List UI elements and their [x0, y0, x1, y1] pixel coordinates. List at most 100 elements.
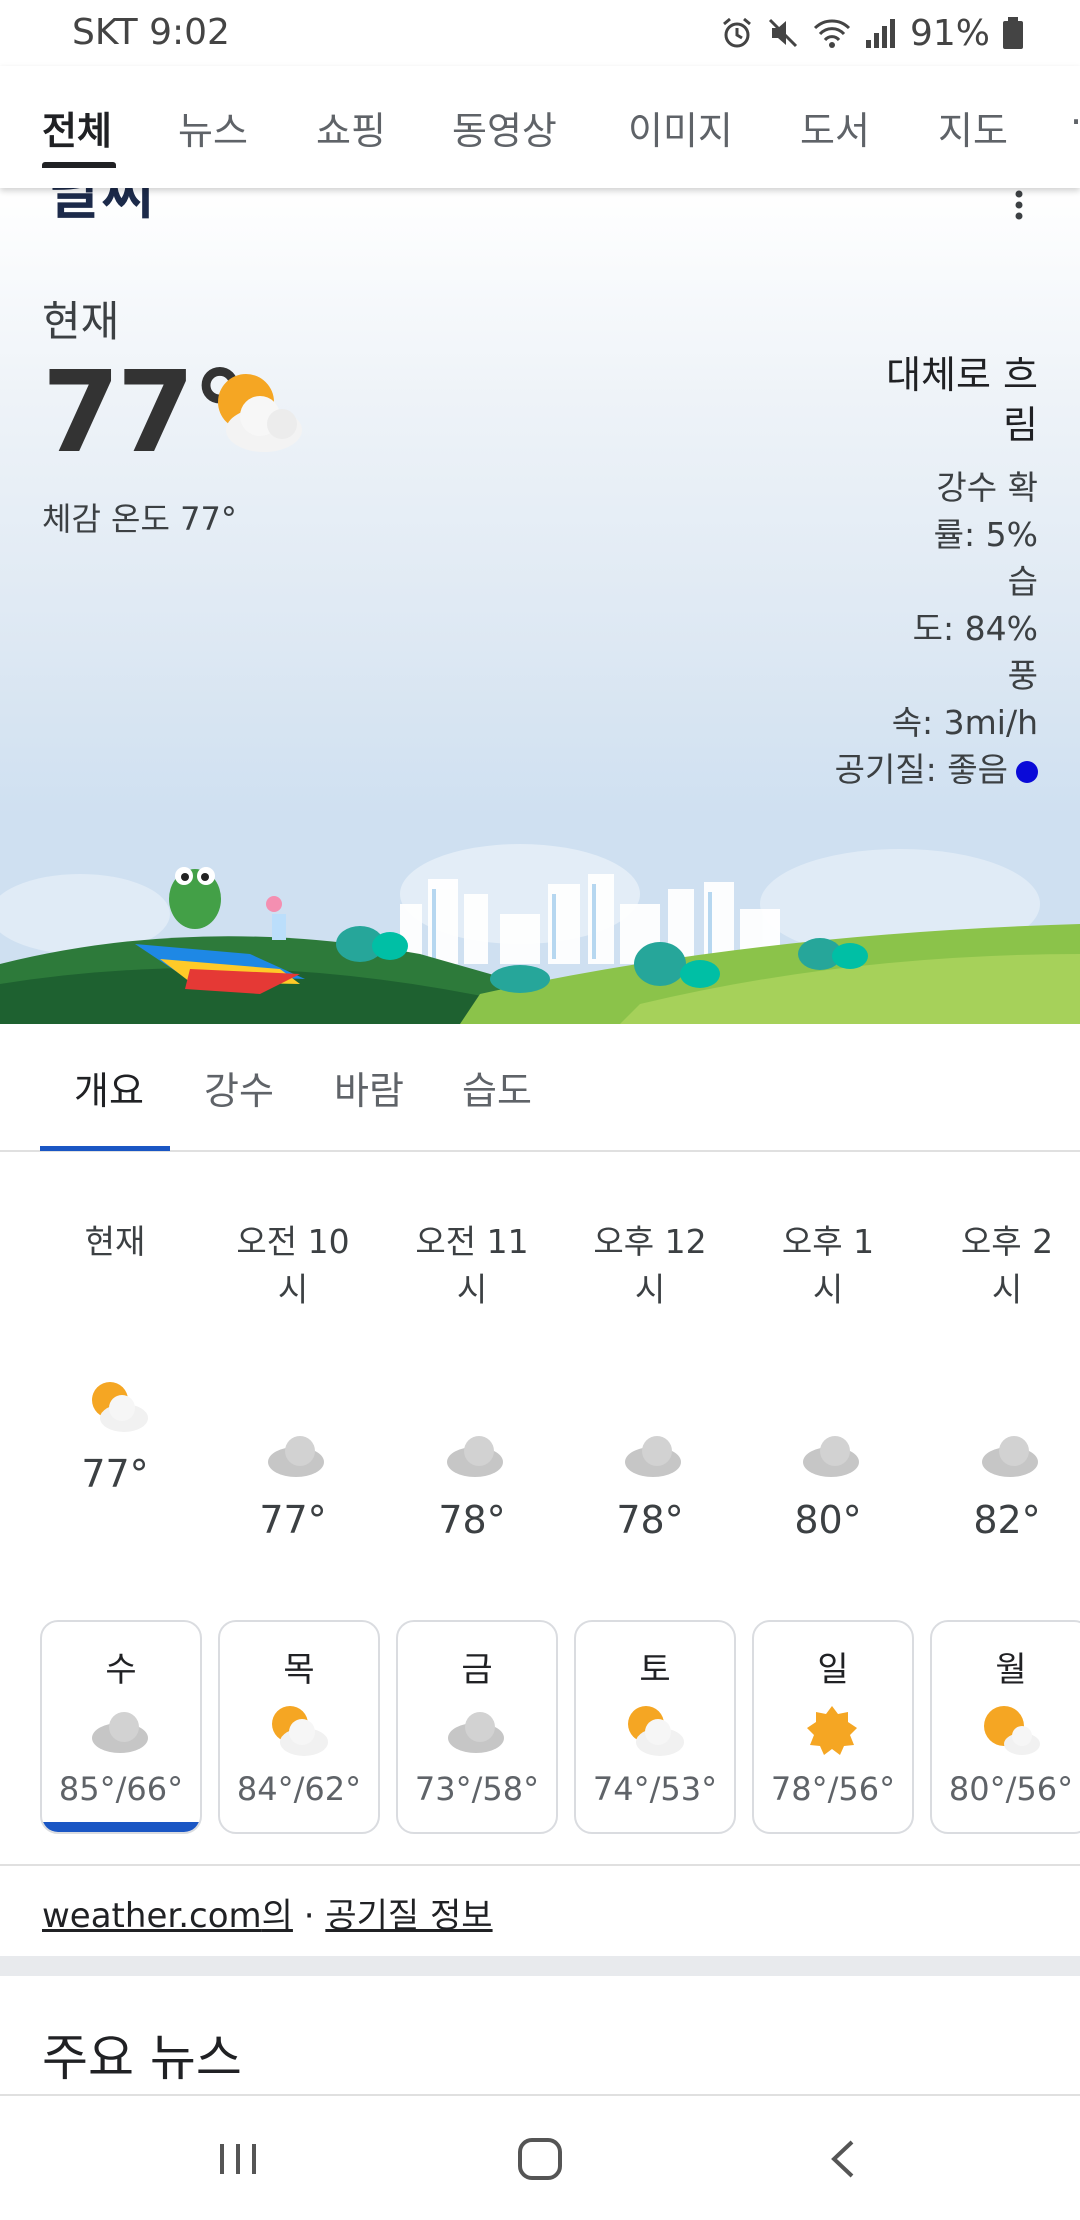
cloudy-icon	[268, 1436, 324, 1477]
hour-temp: 82°	[973, 1498, 1041, 1542]
day-card-fri[interactable]: 금 73°/58°	[396, 1620, 558, 1834]
tab-all[interactable]: 전체	[42, 100, 112, 155]
source-line: weather.com의 · 공기질 정보	[42, 1888, 493, 1937]
day-temps: 78°/56°	[770, 1770, 896, 1808]
wind-line-2: 속: 3mi/h	[891, 703, 1038, 742]
partly-cloudy-icon	[92, 1382, 148, 1432]
precip-line-2: 률: 5%	[933, 515, 1038, 554]
now-label: 현재	[42, 297, 120, 346]
weather-com-link[interactable]: weather.com	[42, 1896, 262, 1936]
day-temps: 73°/58°	[414, 1770, 540, 1808]
tab-precipitation[interactable]: 강수	[204, 1060, 274, 1115]
day-temps: 74°/53°	[592, 1770, 718, 1808]
battery-percent: 91%	[909, 12, 990, 54]
cloudy-icon	[625, 1436, 681, 1477]
day-name: 일	[817, 1650, 849, 1690]
top-news-heading: 주요 뉴스	[42, 2029, 242, 2087]
partly-cloudy-icon	[218, 374, 302, 452]
hour-label-line: 오전 10	[236, 1222, 350, 1261]
system-nav-bar	[0, 2096, 1080, 2220]
source-suffix[interactable]: 의	[262, 1896, 293, 1936]
partly-cloudy-icon	[984, 1706, 1040, 1755]
hour-label-line: 시	[991, 1270, 1023, 1309]
day-name: 토	[639, 1650, 671, 1690]
source-separator: ·	[303, 1896, 315, 1936]
carrier-time: SKT 9:02	[72, 12, 230, 53]
day-name: 금	[461, 1650, 493, 1690]
status-bar: SKT 9:02 91%	[0, 0, 1080, 66]
air-quality-text: 공기질: 좋음	[834, 750, 1008, 789]
hour-label-line: 시	[634, 1270, 666, 1309]
sub-tab-indicator	[40, 1146, 170, 1151]
condition-line-1: 대체로 흐	[886, 353, 1038, 397]
day-temps: 85°/66°	[58, 1770, 184, 1808]
weather-title: 날씨	[48, 188, 155, 227]
weather-card: 날씨 현재 77° 체감 온도 77° 대체로 흐 림 강수 확 률: 5% 습…	[0, 188, 1080, 1024]
hour-label-line: 오전 11	[415, 1222, 529, 1261]
sunny-icon	[807, 1706, 857, 1755]
status-icons: 91%	[720, 12, 1024, 54]
daily-forecast: 수 85°/66° 목 84°/62° 금 73°/58° 토 74°/53° …	[0, 1620, 1080, 1836]
day-card-thu[interactable]: 목 84°/62°	[218, 1620, 380, 1834]
hour-label: 오후 2 시	[922, 1218, 1080, 1314]
hour-label: 오후 12 시	[565, 1218, 735, 1314]
condition-line-2: 림	[1003, 403, 1038, 447]
home-icon[interactable]	[510, 2134, 570, 2184]
alarm-icon	[723, 17, 751, 48]
weather-illustration	[0, 844, 1080, 1024]
air-quality-info-link[interactable]: 공기질 정보	[325, 1896, 492, 1936]
hour-label-line: 오후 12	[593, 1222, 707, 1261]
hour-temp: 78°	[438, 1498, 506, 1542]
day-temps: 80°/56°	[948, 1770, 1074, 1808]
hourly-forecast: 현재 77° 오전 10 시 77° 오전 11 시 78° 오후 12 시 78° …	[0, 1152, 1080, 1562]
weather-details: 대체로 흐 림 강수 확 률: 5% 습 도: 84% 풍 속: 3mi/h 공…	[798, 350, 1038, 793]
day-name: 목	[283, 1650, 315, 1690]
more-options-icon[interactable]	[1004, 188, 1034, 228]
hour-label: 오후 1 시	[743, 1218, 913, 1314]
tab-more-partial[interactable]: ·	[1070, 100, 1080, 144]
recent-apps-icon[interactable]	[208, 2134, 268, 2184]
weather-sub-tabs: 개요 강수 바람 습도	[0, 1024, 1080, 1152]
tab-overview[interactable]: 개요	[74, 1060, 144, 1115]
hour-label-line: 시	[456, 1270, 488, 1309]
day-card-sat[interactable]: 토 74°/53°	[574, 1620, 736, 1834]
cloudy-icon	[803, 1436, 859, 1477]
tab-shopping[interactable]: 쇼핑	[316, 100, 386, 155]
day-card-mon[interactable]: 월 80°/56°	[930, 1620, 1080, 1834]
back-icon[interactable]	[814, 2134, 874, 2184]
hour-label: 오전 10 시	[208, 1218, 378, 1314]
hour-temp: 77°	[259, 1498, 327, 1542]
tab-videos[interactable]: 동영상	[452, 100, 557, 155]
cloudy-icon	[982, 1436, 1038, 1477]
detail-list: 강수 확 률: 5% 습 도: 84% 풍 속: 3mi/h 공기질: 좋음	[798, 464, 1038, 793]
condition-text: 대체로 흐 림	[798, 350, 1038, 450]
feels-like: 체감 온도 77°	[42, 500, 237, 538]
hour-temp: 78°	[616, 1498, 684, 1542]
section-divider	[0, 1864, 1080, 1866]
cloudy-icon	[448, 1712, 504, 1753]
day-name: 수	[105, 1650, 137, 1690]
cloudy-icon	[92, 1712, 148, 1753]
signal-icon	[865, 19, 895, 48]
cloudy-icon	[447, 1436, 503, 1477]
tab-books[interactable]: 도서	[800, 100, 870, 155]
hour-label-line: 시	[812, 1270, 844, 1309]
tab-news[interactable]: 뉴스	[178, 100, 248, 155]
tab-images[interactable]: 이미지	[628, 100, 733, 155]
air-quality-dot	[1016, 760, 1038, 783]
partly-cloudy-icon	[628, 1706, 684, 1756]
battery-icon	[1003, 17, 1023, 49]
section-separator	[0, 1956, 1080, 1976]
tab-humidity[interactable]: 습도	[462, 1060, 532, 1115]
day-card-sun[interactable]: 일 78°/56°	[752, 1620, 914, 1834]
hour-label: 현재	[30, 1218, 200, 1266]
day-card-wed[interactable]: 수 85°/66°	[40, 1620, 202, 1834]
humidity-line-1: 습	[1007, 562, 1038, 601]
active-tab-indicator	[42, 162, 116, 168]
hour-label-line: 현재	[84, 1222, 146, 1261]
mute-icon	[768, 18, 798, 48]
tab-wind[interactable]: 바람	[334, 1060, 404, 1115]
hour-temp: 80°	[794, 1498, 862, 1542]
precip-line-1: 강수 확	[936, 468, 1038, 507]
tab-maps[interactable]: 지도	[938, 100, 1008, 155]
